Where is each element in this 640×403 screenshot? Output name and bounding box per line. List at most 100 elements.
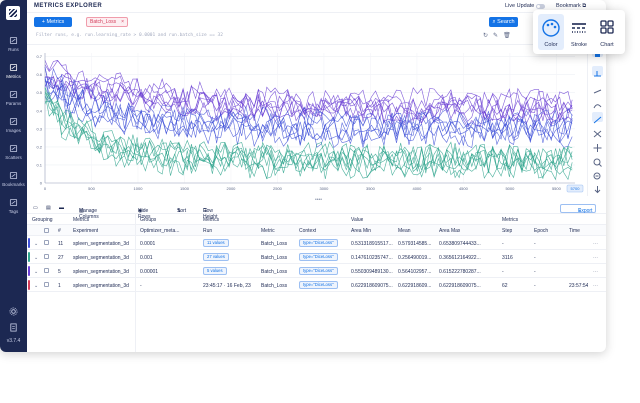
x-tick-label: 4500 bbox=[459, 186, 469, 191]
live-update-toggle[interactable] bbox=[536, 3, 545, 9]
row-experiment[interactable]: spleen_segmentation_3d bbox=[73, 269, 133, 275]
x-tick-label: 0 bbox=[44, 186, 47, 191]
batch-loss-chart[interactable]: 0 0.1 0.2 0.3 0.4 0.5 0.6 0.7 0 500 1000 1500 2000 25… bbox=[27, 45, 587, 197]
edit-icon[interactable]: ✎ bbox=[493, 33, 498, 39]
select-all-checkbox[interactable] bbox=[44, 228, 49, 233]
row-checkbox[interactable] bbox=[44, 268, 49, 273]
row-menu-icon[interactable]: ⋯ bbox=[593, 269, 598, 275]
col-context[interactable]: Context bbox=[299, 228, 316, 234]
sidebar-item-images[interactable]: Images bbox=[0, 117, 27, 133]
group-header-metrics: Metrics bbox=[73, 217, 90, 223]
row-checkbox[interactable] bbox=[44, 240, 49, 245]
col-metric[interactable]: Metric bbox=[261, 228, 275, 234]
run-date[interactable]: 23:45:17 · 16 Feb, 23 bbox=[203, 283, 251, 289]
zoom-out-icon[interactable] bbox=[592, 168, 603, 180]
export-button[interactable]: ⇩ Export bbox=[560, 204, 596, 214]
search-button[interactable]: ⌕ Search bbox=[489, 17, 518, 27]
table-column-header: # Experiment Optimizer_meta... Run Metri… bbox=[27, 225, 606, 236]
crosshair-icon[interactable] bbox=[592, 140, 603, 152]
sidebar-item-label: Images bbox=[6, 128, 21, 133]
group-by-chart-button[interactable]: Chart bbox=[594, 14, 620, 50]
split-view-icon[interactable]: ▤ bbox=[46, 205, 51, 211]
row-optimizer: 0.0001 bbox=[140, 240, 156, 247]
sidebar-item-runs[interactable]: Runs bbox=[0, 36, 27, 52]
group-by-popup: Color Stroke Chart bbox=[533, 10, 625, 54]
row-experiment[interactable]: spleen_segmentation_3d bbox=[73, 255, 133, 261]
row-menu-icon[interactable]: ⋯ bbox=[593, 241, 598, 247]
sidebar-item-bookmarks[interactable]: Bookmarks bbox=[0, 171, 27, 187]
table-row[interactable]: ⌄ 27 spleen_segmentation_3d 0.001 27 values B… bbox=[27, 250, 606, 264]
col-time[interactable]: Time bbox=[569, 228, 580, 234]
row-checkbox[interactable] bbox=[44, 282, 49, 287]
add-metrics-button[interactable]: + Metrics bbox=[34, 17, 72, 27]
row-color-indicator bbox=[28, 238, 30, 248]
col-area-min[interactable]: Area Min bbox=[351, 228, 371, 234]
table-view-icon[interactable]: ▭ bbox=[33, 205, 38, 211]
zoom-line-icon[interactable] bbox=[592, 112, 603, 124]
expand-row-chevron-icon[interactable]: ⌄ bbox=[34, 241, 38, 247]
context-pill: type="DiceLoss" bbox=[299, 281, 338, 289]
download-icon[interactable] bbox=[592, 182, 603, 194]
x-tick-label: 1000 bbox=[134, 186, 144, 191]
row-area-max: 0.365612164922... bbox=[439, 254, 481, 261]
row-color-indicator bbox=[28, 280, 30, 290]
reset-icon[interactable]: ↻ bbox=[483, 33, 488, 39]
row-area-max: 0.615222780287... bbox=[439, 268, 481, 275]
table-row[interactable]: ⌄ 5 spleen_segmentation_3d 0.00001 5 values B… bbox=[27, 264, 606, 278]
bookmark-icon: ⧉ bbox=[582, 3, 587, 9]
delete-icon[interactable]: 🗑 bbox=[503, 33, 511, 39]
x-tick-label: 500 bbox=[88, 186, 95, 191]
row-mean: 0.579314585... bbox=[398, 240, 432, 247]
col-run[interactable]: Run bbox=[203, 228, 212, 234]
aim-logo[interactable] bbox=[6, 6, 20, 20]
ignore-outliers-icon[interactable] bbox=[592, 126, 603, 138]
sidebar-item-params[interactable]: Params bbox=[0, 90, 27, 106]
col-optimizer[interactable]: Optimizer_meta... bbox=[140, 228, 186, 234]
chip-close-icon[interactable]: × bbox=[121, 18, 124, 26]
row-experiment[interactable]: spleen_segmentation_3d bbox=[73, 283, 133, 289]
context-pill: type="DiceLoss" bbox=[299, 239, 338, 247]
row-time: 23:57:54 bbox=[569, 282, 589, 289]
sidebar-item-metrics[interactable]: Metrics bbox=[0, 63, 27, 79]
sidebar-item-scatters[interactable]: Scatters bbox=[0, 144, 27, 160]
smoothing-icon[interactable] bbox=[592, 98, 603, 109]
group-by-stroke-button[interactable]: Stroke bbox=[566, 14, 592, 50]
metric-chip-batch-loss[interactable]: Batch_Loss × bbox=[86, 17, 128, 27]
row-experiment[interactable]: spleen_segmentation_3d bbox=[73, 241, 133, 247]
query-input[interactable]: Filter runs, e.g. run.learning_rate > 0.… bbox=[36, 33, 223, 38]
align-icon[interactable] bbox=[592, 66, 603, 77]
row-menu-icon[interactable]: ⋯ bbox=[593, 255, 598, 261]
run-values-pill[interactable]: 11 values bbox=[203, 239, 229, 247]
zoom-in-icon[interactable] bbox=[592, 154, 603, 167]
table-row[interactable]: ⌄ 11 spleen_segmentation_3d 0.0001 11 values… bbox=[27, 236, 606, 250]
col-area-max[interactable]: Area Max bbox=[439, 228, 460, 234]
x-tick-label: 4000 bbox=[412, 186, 422, 191]
search-label: Search bbox=[497, 19, 515, 25]
col-epoch[interactable]: Epoch bbox=[534, 228, 548, 234]
row-checkbox[interactable] bbox=[44, 254, 49, 259]
sidebar-item-tags[interactable]: Tags bbox=[0, 198, 27, 214]
group-header-grouping: Grouping bbox=[32, 217, 53, 223]
col-step[interactable]: Step bbox=[502, 228, 512, 234]
expand-row-chevron-icon[interactable]: ⌄ bbox=[34, 269, 38, 275]
run-values-pill[interactable]: 5 values bbox=[203, 267, 227, 275]
col-mean[interactable]: Mean bbox=[398, 228, 411, 234]
table-toolbar: ▭ ▤ ▬ ▥ Manage Columns ◉ Hide Rows ⇅ Sor… bbox=[27, 202, 606, 220]
settings-gear-icon[interactable] bbox=[0, 307, 27, 318]
col-experiment[interactable]: Experiment bbox=[73, 228, 98, 234]
run-values-pill[interactable]: 27 values bbox=[203, 253, 229, 261]
row-menu-icon[interactable]: ⋯ bbox=[593, 283, 598, 289]
axes-scale-icon[interactable] bbox=[592, 84, 603, 94]
row-epoch: - bbox=[534, 254, 536, 261]
expand-row-chevron-icon[interactable]: ⌄ bbox=[34, 255, 38, 261]
docs-icon[interactable] bbox=[0, 323, 27, 334]
group-by-color-button[interactable]: Color bbox=[538, 14, 564, 50]
expand-row-chevron-icon[interactable]: ⌄ bbox=[34, 283, 38, 289]
bookmark-button[interactable]: Bookmark ⧉ bbox=[556, 3, 586, 10]
x-tick-label: 5500 bbox=[552, 186, 562, 191]
metrics-icon bbox=[9, 63, 18, 72]
table-row[interactable]: ⌄ 1 spleen_segmentation_3d - 23:45:17 · 16 F… bbox=[27, 278, 606, 292]
stroke-label: Stroke bbox=[571, 42, 587, 48]
row-count: 1 bbox=[58, 282, 61, 289]
full-table-icon[interactable]: ▬ bbox=[59, 205, 64, 211]
